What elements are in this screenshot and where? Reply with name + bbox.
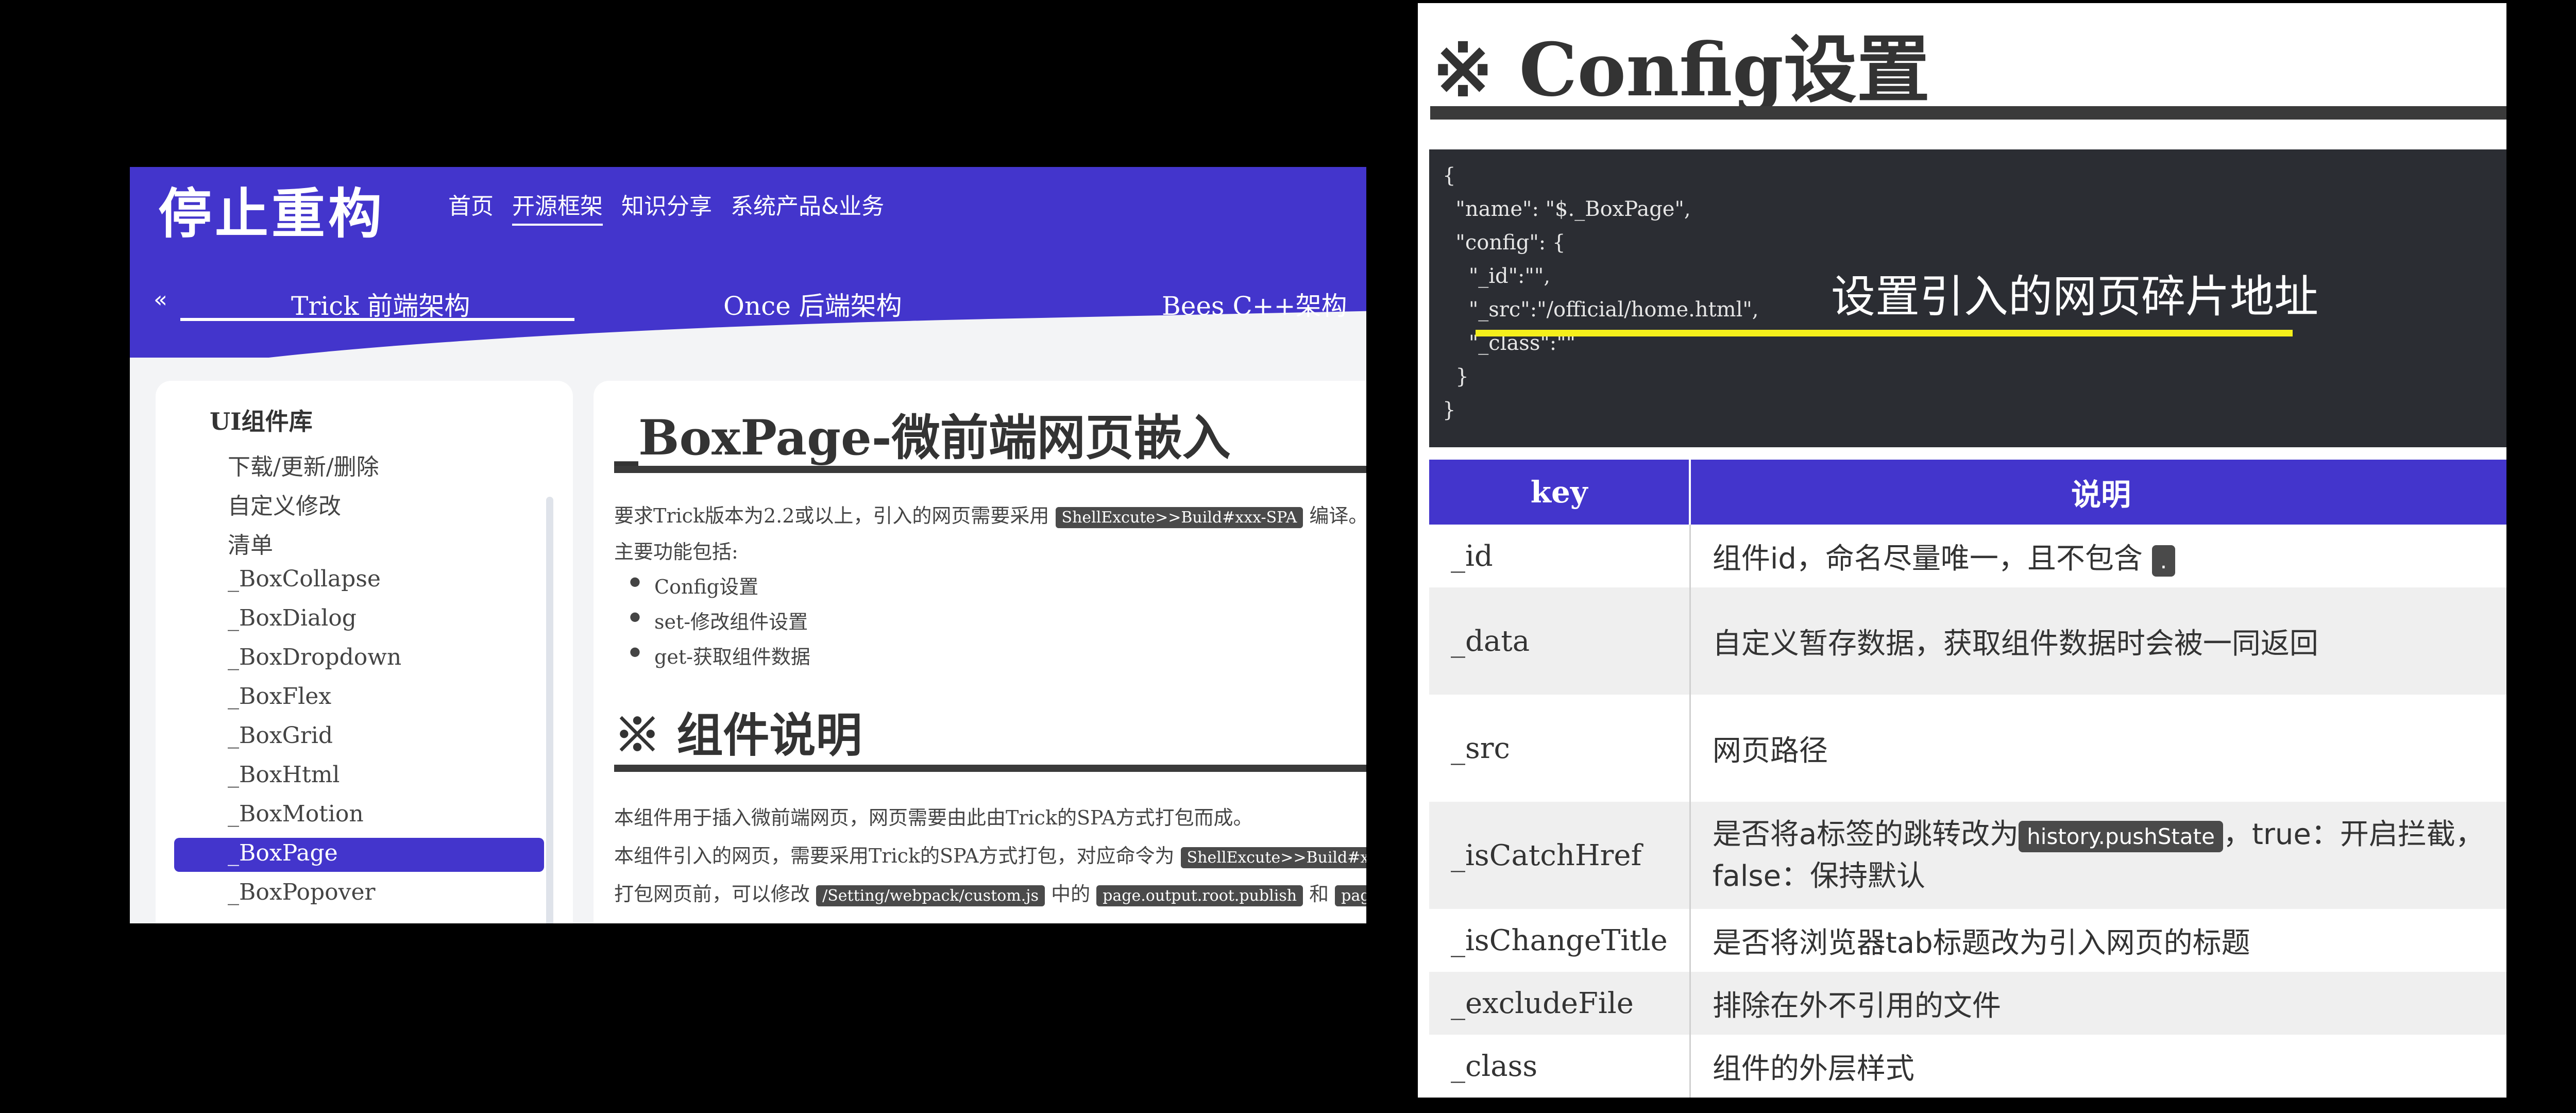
feature-bullet[interactable]: get-获取组件数据 <box>630 641 810 669</box>
nav-open-source[interactable]: 开源框架 <box>512 188 603 226</box>
annotation-underline <box>1476 330 2293 336</box>
sub-tab-active-indicator <box>180 318 574 321</box>
nav-products[interactable]: 系统产品&业务 <box>731 188 884 226</box>
sidebar-item[interactable]: _BoxCollapse <box>228 566 381 592</box>
cell-key: _excludeFile <box>1429 972 1691 1035</box>
code-chip: history.pushState <box>2019 820 2223 852</box>
code-chip: ShellExcute>>Build#xxx <box>1180 847 1366 868</box>
sidebar-item[interactable]: _BoxDialog <box>228 605 357 631</box>
section-divider <box>614 765 1366 772</box>
sidebar-scrollbar[interactable] <box>546 497 553 923</box>
cell-desc: 是否将a标签的跳转改为 history.pushState ，true：开启拦截， … <box>1690 802 2506 909</box>
top-nav: 首页 开源框架 知识分享 系统产品&业务 <box>448 188 884 226</box>
nav-home[interactable]: 首页 <box>448 188 494 226</box>
sub-tab-bees[interactable]: Bees C++架构 <box>1162 285 1347 323</box>
title-divider <box>1430 106 2506 120</box>
annotation-callout: 设置引入的网页碎片地址 <box>1831 271 2318 323</box>
features-intro: 主要功能包括: <box>614 541 738 563</box>
cell-desc-text: 组件id，命名尽量唯一，且不包含 <box>1712 542 2143 576</box>
sidebar-item[interactable]: _BoxGrid <box>228 722 333 749</box>
column-header-desc: 说明 <box>1690 460 2506 525</box>
cell-desc-text: ，true：开启拦截， <box>2223 817 2484 851</box>
sidebar-item[interactable]: _BoxFlex <box>228 683 331 710</box>
cell-desc: 是否将浏览器tab标题改为引入网页的标题 <box>1712 926 2250 960</box>
sidebar-title: UI组件库 <box>210 408 313 435</box>
custom-text: 和 <box>1309 883 1329 905</box>
cell-desc: 组件的外层样式 <box>1712 1052 1914 1086</box>
table-row: _class 组件的外层样式 <box>1429 1035 2506 1098</box>
packaging-text: 本组件引入的网页，需要采用Trick的SPA方式打包，对应命令为 <box>614 845 1175 867</box>
sidebar-item[interactable]: _BoxMotion <box>228 801 364 827</box>
table-row: _isCatchHref 是否将a标签的跳转改为 history.pushStat… <box>1429 802 2506 909</box>
cell-key: _isCatchHref <box>1429 802 1691 909</box>
component-description: 本组件用于插入微前端网页，网页需要由此由Trick的SPA方式打包而成。 <box>614 806 1253 829</box>
table-header-row: key 说明 <box>1429 460 2506 525</box>
cell-desc: 排除在外不引用的文件 <box>1690 972 2506 1035</box>
cell-desc: 组件id，命名尽量唯一，且不包含 . <box>1690 525 2506 587</box>
right-screenshot-panel: ※ Config设置 { "name": "$._BoxPage", "conf… <box>1418 3 2506 1098</box>
sub-tab-trick[interactable]: Trick 前端架构 <box>291 285 470 323</box>
cell-key: _class <box>1429 1035 1691 1098</box>
sub-nav-prev-button[interactable]: « <box>154 286 167 313</box>
sidebar-item[interactable]: 自定义修改 <box>228 487 341 520</box>
cell-desc: 网页路径 <box>1712 734 1828 768</box>
code-line: } <box>1443 398 1456 422</box>
cell-key: _data <box>1429 587 1691 695</box>
intro-text: 要求Trick版本为2.2或以上，引入的网页需要采用 <box>614 504 1049 527</box>
cell-key: _src <box>1429 695 1691 802</box>
sidebar-item[interactable]: _BoxHtml <box>228 762 340 788</box>
table-row: _excludeFile 排除在外不引用的文件 <box>1429 972 2506 1035</box>
cell-desc: 自定义暂存数据，获取组件数据时会被一同返回 <box>1690 587 2506 695</box>
page-title: _BoxPage-微前端网页嵌入 <box>614 410 1231 466</box>
code-line: "config": { <box>1443 231 1566 255</box>
site-logo[interactable]: 停止重构 <box>158 170 385 248</box>
sidebar-item-active[interactable]: _BoxPage <box>228 840 338 866</box>
code-line: "name": "$._BoxPage", <box>1443 197 1691 221</box>
packaging-paragraph: 本组件引入的网页，需要采用Trick的SPA方式打包，对应命令为 ShellEx… <box>614 840 1366 868</box>
cell-desc-text: 是否将a标签的跳转改为 <box>1712 817 2019 851</box>
custom-text: 中的 <box>1051 883 1091 905</box>
config-section-title: ※ Config设置 <box>1432 27 1930 113</box>
cell-desc-text: false：保持默认 <box>1712 859 1926 893</box>
code-chip: ShellExcute>>Build#xxx-SPA <box>1055 507 1303 528</box>
code-line: { <box>1443 164 1456 188</box>
table-row: _id 组件id，命名尽量唯一，且不包含 . <box>1429 525 2506 587</box>
sidebar-item[interactable]: _BoxPopover <box>228 879 376 905</box>
code-chip: . <box>2151 545 2176 577</box>
code-block: { "name": "$._BoxPage", "config": { "_id… <box>1429 149 2506 447</box>
custom-config-paragraph: 打包网页前，可以修改 /Setting/webpack/custom.js 中的… <box>614 878 1366 906</box>
cell-key: _id <box>1429 525 1691 587</box>
sidebar-item[interactable]: _BoxDropdown <box>228 644 401 670</box>
sidebar-item[interactable]: 下载/更新/删除 <box>228 448 379 481</box>
table-row: _src 网页路径 <box>1429 695 2506 802</box>
custom-text: 打包网页前，可以修改 <box>614 883 810 905</box>
sidebar-item[interactable]: 清单 <box>228 527 273 560</box>
sub-tab-once[interactable]: Once 后端架构 <box>723 285 902 323</box>
code-line: "_id":"", <box>1443 264 1551 288</box>
code-line: "_src":"/official/home.html", <box>1443 298 1759 322</box>
nav-knowledge[interactable]: 知识分享 <box>621 188 712 226</box>
intro-text-end: 编译。 <box>1309 504 1366 527</box>
table-row: _isChangeTitle 是否将浏览器tab标题改为引入网页的标题 <box>1429 909 2506 972</box>
code-line: } <box>1443 365 1469 389</box>
table-row: _data 自定义暂存数据，获取组件数据时会被一同返回 <box>1429 587 2506 695</box>
code-chip: /Setting/webpack/custom.js <box>816 885 1045 906</box>
code-chip: page.output.root.publish <box>1096 885 1303 906</box>
left-screenshot-panel: 停止重构 首页 开源框架 知识分享 系统产品&业务 « Trick 前端架构 O… <box>130 167 1366 923</box>
code-chip: page.outpu <box>1335 885 1366 906</box>
section-heading: ※ 组件说明 <box>614 708 862 763</box>
cell-key: _isChangeTitle <box>1429 909 1691 972</box>
intro-paragraph: 要求Trick版本为2.2或以上，引入的网页需要采用 ShellExcute>>… <box>614 500 1366 528</box>
feature-bullet[interactable]: set-修改组件设置 <box>630 606 808 634</box>
column-header-key: key <box>1429 460 1691 525</box>
feature-bullet[interactable]: Config设置 <box>630 571 758 599</box>
config-table: key 说明 _id 组件id，命名尽量唯一，且不包含 . _data 自定义暂… <box>1429 460 2506 1098</box>
title-divider <box>614 466 1366 473</box>
